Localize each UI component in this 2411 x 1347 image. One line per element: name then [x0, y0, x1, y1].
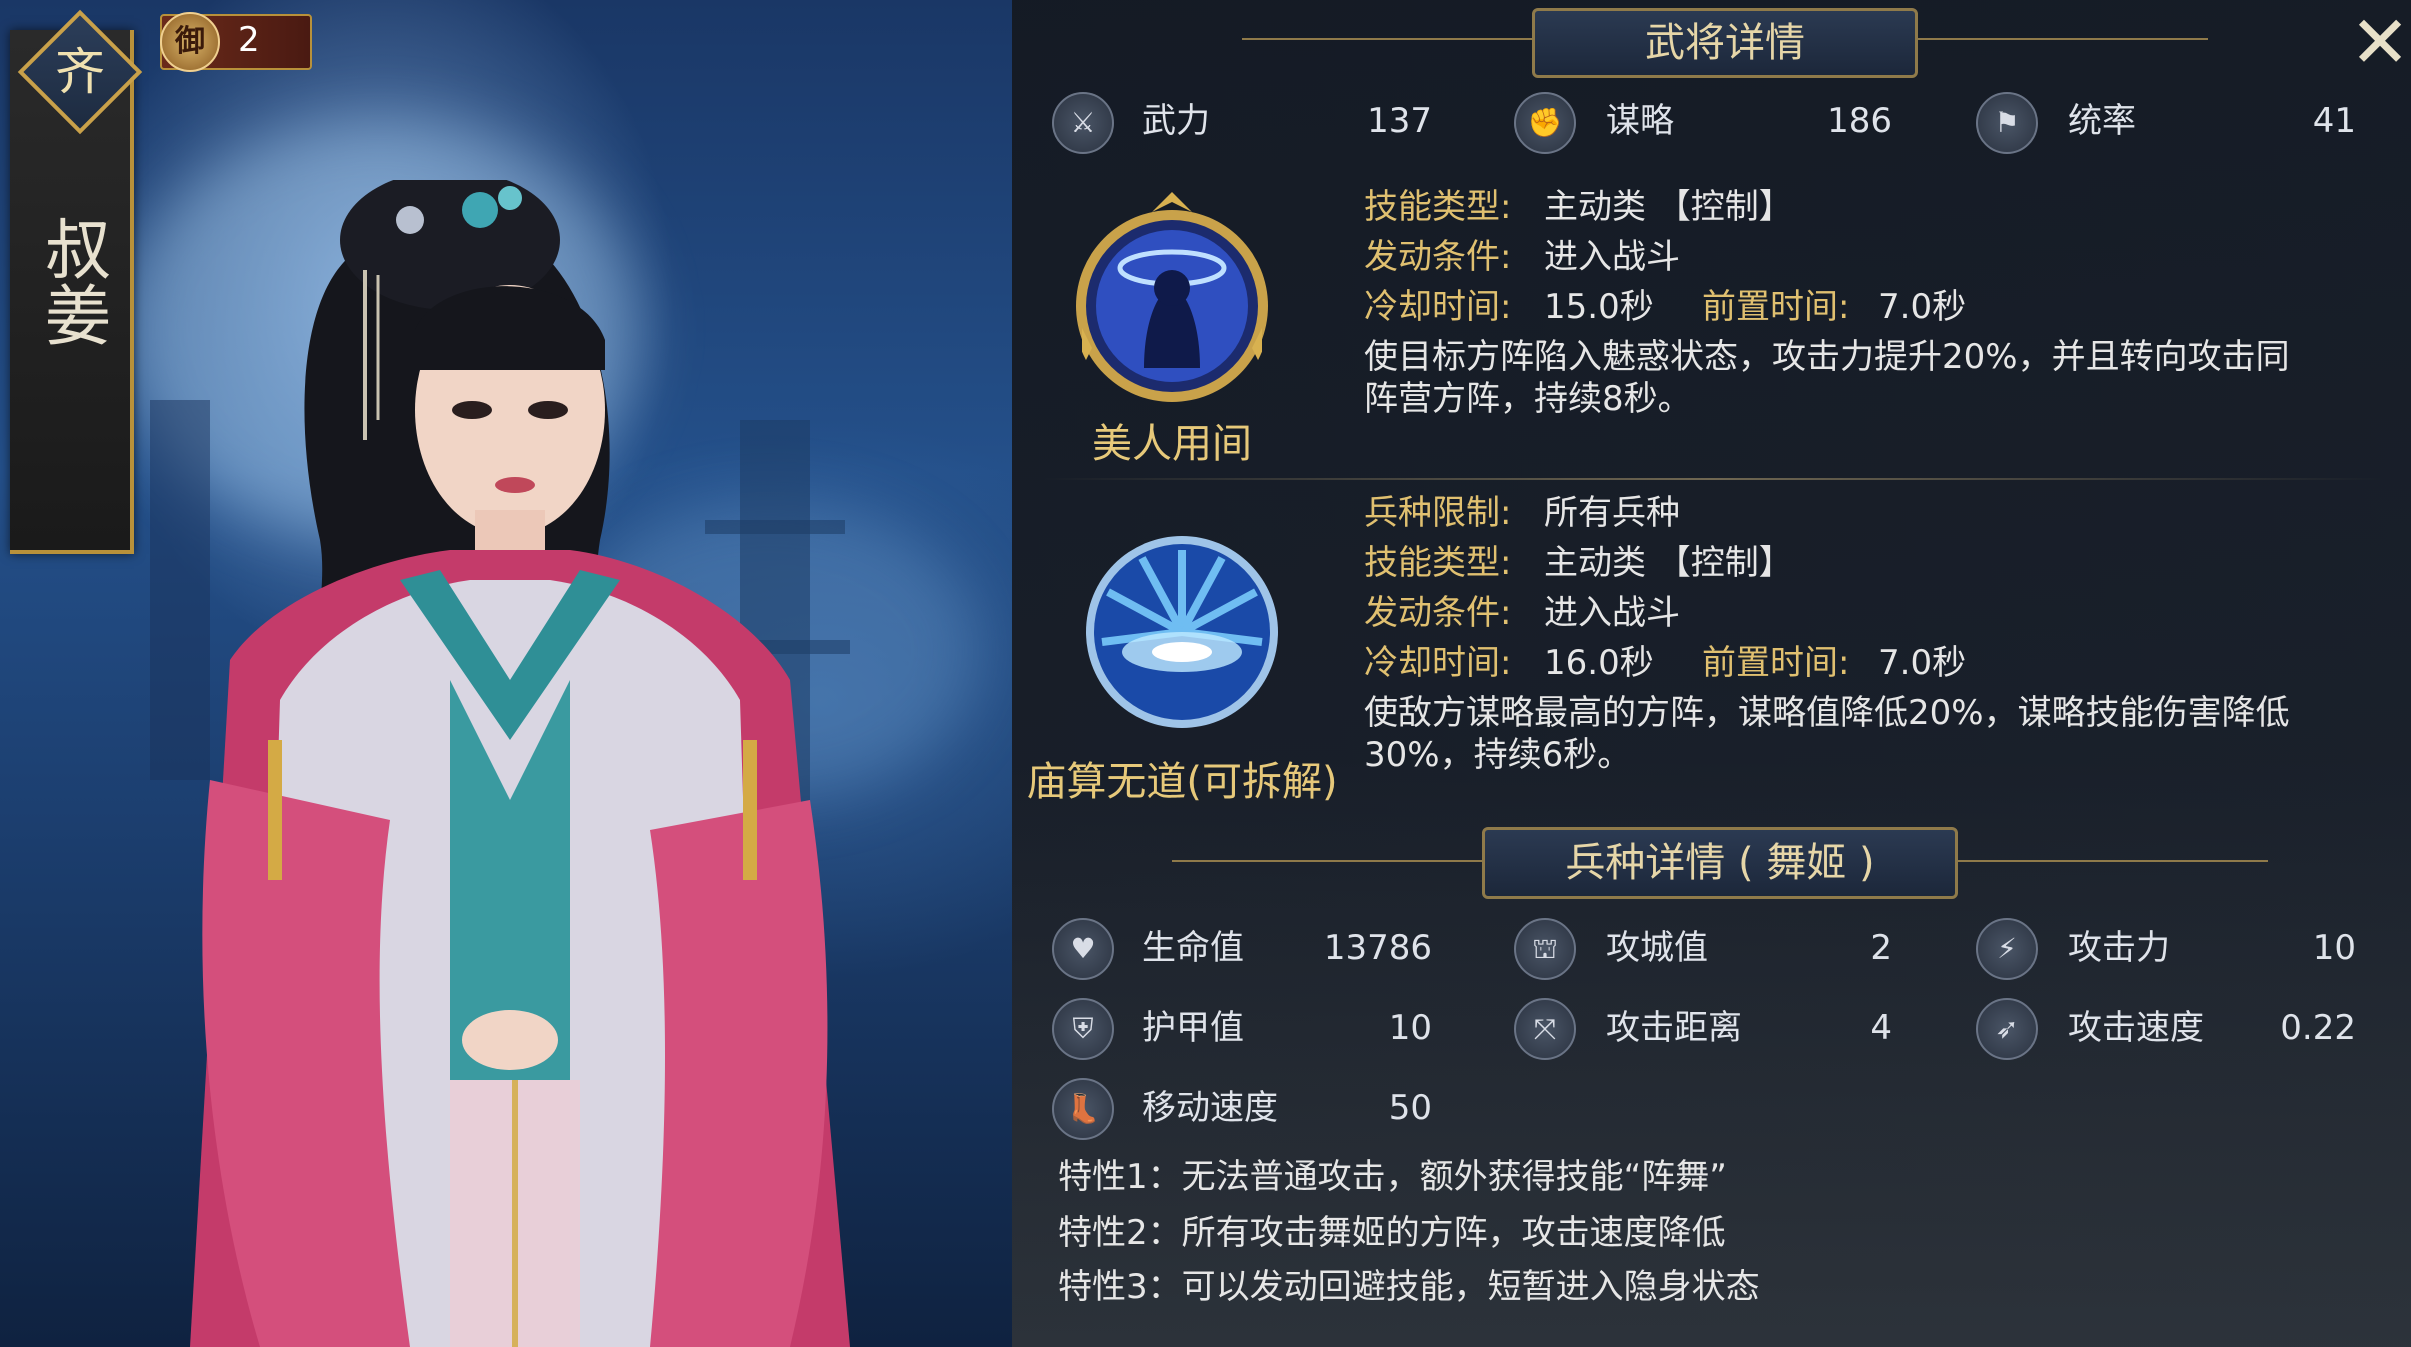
- attr-value-strategy: 186: [1827, 101, 1892, 141]
- troop-stat-label-hp: 生命值: [1142, 928, 1244, 968]
- skill-2-cooldown-label: 冷却时间:: [1364, 643, 1512, 683]
- skill-2-emblem[interactable]: [1082, 532, 1282, 732]
- banner-icon: ⚑: [1976, 92, 2038, 154]
- attr-label-force: 武力: [1142, 101, 1210, 141]
- faction-label: 齐: [55, 43, 105, 101]
- close-icon: ✕: [2349, 0, 2411, 84]
- skill-2-type-value: 主动类 【控制】: [1544, 543, 1793, 583]
- skill-1-cooldown-value: 15.0秒: [1544, 287, 1654, 327]
- skill-2-precast-label: 前置时间:: [1702, 643, 1850, 683]
- troop-stat-value-armor: 10: [1388, 1008, 1432, 1048]
- troop-stat-value-siege: 2: [1870, 928, 1892, 968]
- attr-label-strategy: 谋略: [1606, 101, 1674, 141]
- troop-stat-value-attack-speed: 0.22: [2280, 1008, 2356, 1048]
- skill-2-name: 庙算无道(可拆解): [1026, 759, 1338, 805]
- attr-value-force: 137: [1367, 101, 1432, 141]
- troop-stat-label-siege: 攻城值: [1606, 928, 1708, 968]
- title-ornament-left: [1242, 38, 1532, 40]
- attr-label-command: 统率: [2068, 101, 2136, 141]
- attack-icon: ⚡: [1976, 918, 2038, 980]
- troop-stat-label-armor: 护甲值: [1142, 1008, 1244, 1048]
- skill-1-name: 美人用间: [1092, 421, 1252, 467]
- troop-stat-label-attack-speed: 攻击速度: [2068, 1008, 2204, 1048]
- troop-stat-value-hp: 13786: [1323, 928, 1432, 968]
- skill-1-type-label: 技能类型:: [1364, 187, 1512, 227]
- hero-illustration: [190, 180, 850, 1347]
- troop-stat-label-range: 攻击距离: [1606, 1008, 1742, 1048]
- troop-trait-3: 特性3：可以发动回避技能，短暂进入隐身状态: [1058, 1267, 1760, 1307]
- shield-icon: ⛨: [1052, 998, 1114, 1060]
- panel-title: 武将详情: [1645, 20, 1805, 66]
- flame-fist-icon: ✊: [1514, 92, 1576, 154]
- skill-1-description-line-1: 使目标方阵陷入魅惑状态，攻击力提升20%，并且转向攻击同: [1364, 337, 2290, 377]
- rank-icon: 御: [160, 12, 220, 72]
- heart-icon: ♥: [1052, 918, 1114, 980]
- skill-1-precast-label: 前置时间:: [1702, 287, 1850, 327]
- troop-trait-1: 特性1：无法普通攻击，额外获得技能“阵舞”: [1058, 1157, 1727, 1197]
- close-button[interactable]: ✕: [2348, 6, 2411, 78]
- skill-1-trigger-label: 发动条件:: [1364, 237, 1512, 277]
- skill-1-type-value: 主动类 【控制】: [1544, 187, 1793, 227]
- troop-stat-label-move-speed: 移动速度: [1142, 1088, 1278, 1128]
- skill-2-description-line-1: 使敌方谋略最高的方阵，谋略值降低20%，谋略技能伤害降低: [1364, 693, 2290, 733]
- crossed-swords-icon: ⚔: [1052, 92, 1114, 154]
- skill-2-cooldown-value: 16.0秒: [1544, 643, 1654, 683]
- skill-2-type-label: 技能类型:: [1364, 543, 1512, 583]
- troop-title: 兵种详情 ( 舞姬 ): [1565, 840, 1875, 886]
- skill-1-trigger-value: 进入战斗: [1544, 237, 1680, 277]
- boot-icon: 👢: [1052, 1078, 1114, 1140]
- skill-2-troop-limit-label: 兵种限制:: [1364, 493, 1512, 533]
- troop-stat-value-move-speed: 50: [1388, 1088, 1432, 1128]
- attr-value-command: 41: [2312, 101, 2356, 141]
- hero-portrait-panel: 叔姜 齐 御 2: [0, 0, 1012, 1347]
- skill-1-precast-value: 7.0秒: [1878, 287, 1967, 327]
- troop-stat-value-range: 4: [1870, 1008, 1892, 1048]
- hero-name: 叔姜: [34, 215, 111, 347]
- skill-2-trigger-value: 进入战斗: [1544, 593, 1680, 633]
- troop-stat-label-attack: 攻击力: [2068, 928, 2170, 968]
- rank-value: 2: [238, 20, 260, 60]
- skill-2-description-line-2: 30%，持续6秒。: [1364, 735, 1632, 775]
- skill-divider: [1042, 478, 2382, 480]
- skill-1-emblem[interactable]: [1072, 188, 1272, 416]
- skill-1-cooldown-label: 冷却时间:: [1364, 287, 1512, 327]
- skill-2-troop-limit-value: 所有兵种: [1544, 493, 1680, 533]
- skill-1-description-line-2: 阵营方阵，持续8秒。: [1364, 379, 1692, 419]
- title-ornament-right: [1918, 38, 2208, 40]
- hero-info-panel: 武将详情 ✕ ⚔ 武力 137 ✊ 谋略 186 ⚑ 统率 41 美人用间 技能…: [1012, 0, 2411, 1347]
- attack-speed-icon: ➶: [1976, 998, 2038, 1060]
- troop-trait-2: 特性2：所有攻击舞姬的方阵，攻击速度降低: [1058, 1213, 1726, 1253]
- range-icon: ⤧: [1514, 998, 1576, 1060]
- troop-ornament-right: [1958, 860, 2268, 862]
- skill-2-trigger-label: 发动条件:: [1364, 593, 1512, 633]
- skill-2-precast-value: 7.0秒: [1878, 643, 1967, 683]
- siege-icon: ⛫: [1514, 918, 1576, 980]
- troop-stat-value-attack: 10: [2312, 928, 2356, 968]
- troop-ornament-left: [1172, 860, 1482, 862]
